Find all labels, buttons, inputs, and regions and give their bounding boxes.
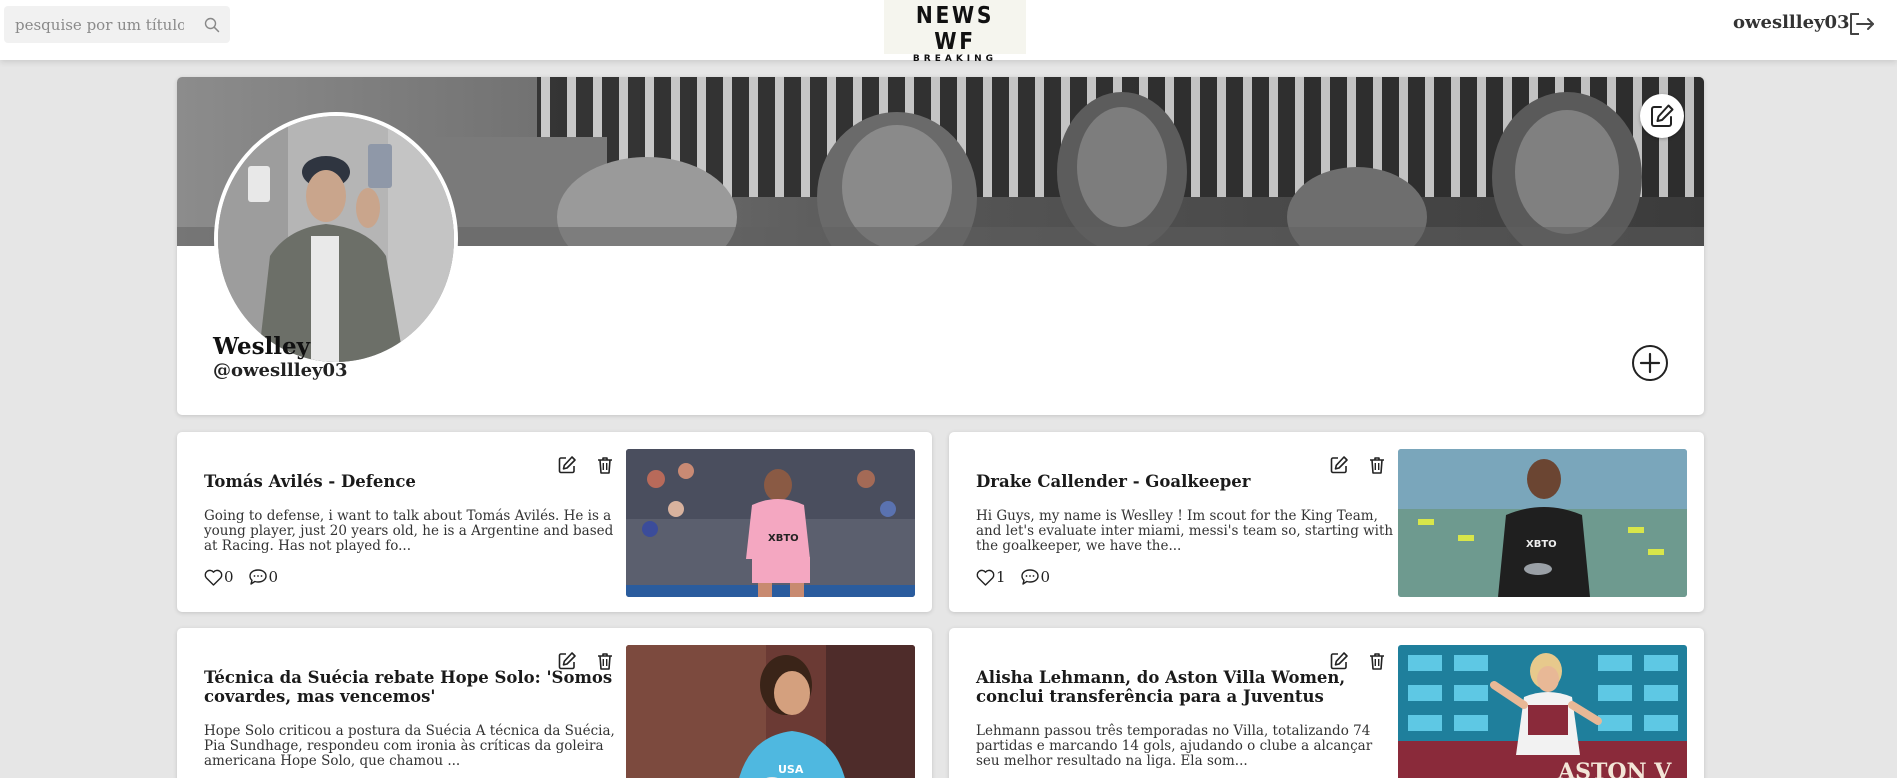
post-excerpt: Hope Solo criticou a postura da Suécia A… — [204, 723, 615, 769]
post-image[interactable]: USA — [626, 645, 915, 778]
search-input[interactable] — [4, 6, 184, 43]
post-image[interactable]: XBTO — [1398, 449, 1687, 597]
post-card[interactable]: Tomás Avilés - Defence Going to defense,… — [177, 432, 932, 612]
post-title[interactable]: Alisha Lehmann, do Aston Villa Women, co… — [976, 668, 1396, 706]
jersey-sponsor: XBTO — [768, 533, 799, 544]
logo-subtitle: BREAKING — [912, 54, 998, 64]
add-post-button[interactable] — [1631, 344, 1669, 382]
post-card[interactable]: Técnica da Suécia rebate Hope Solo: 'Som… — [177, 628, 932, 778]
like-count: 1 — [996, 568, 1006, 586]
navbar: NEWS WF BREAKING owesllley03 — [0, 0, 1897, 64]
edit-icon — [1651, 104, 1674, 127]
comment-count: 0 — [1040, 568, 1051, 586]
search-icon[interactable] — [204, 17, 220, 33]
post-title[interactable]: Drake Callender - Goalkeeper — [976, 472, 1396, 491]
comment-icon — [248, 569, 267, 585]
stadium-board-text: ASTON V — [1557, 759, 1672, 778]
profile-handle: @owesllley03 — [213, 360, 348, 381]
jersey-sponsor: XBTO — [1526, 539, 1557, 550]
post-excerpt: Lehmann passou três temporadas no Villa,… — [976, 723, 1373, 769]
post-card[interactable]: Drake Callender - Goalkeeper Hi Guys, my… — [949, 432, 1704, 612]
profile-card: Weslley @owesllley03 — [177, 77, 1704, 415]
profile-name: Weslley — [213, 333, 311, 360]
like-count: 0 — [224, 568, 234, 586]
logo-title: NEWS WF — [915, 3, 995, 55]
post-title[interactable]: Técnica da Suécia rebate Hope Solo: 'Som… — [204, 668, 624, 706]
comment-button[interactable]: 0 — [248, 568, 279, 586]
search-box — [4, 6, 230, 43]
logo[interactable]: NEWS WF BREAKING — [884, 0, 1026, 64]
post-image[interactable]: ASTON V — [1398, 645, 1687, 778]
post-excerpt: Hi Guys, my name is Weslley ! Im scout f… — [976, 508, 1394, 554]
heart-icon — [204, 569, 223, 586]
nav-username[interactable]: owesllley03 — [1733, 12, 1850, 33]
comment-count: 0 — [268, 568, 279, 586]
post-meta: 0 0 — [204, 568, 292, 586]
avatar[interactable] — [214, 112, 458, 366]
logout-icon[interactable] — [1848, 11, 1876, 37]
comment-icon — [1020, 569, 1039, 585]
post-image[interactable]: XBTO — [626, 449, 915, 597]
post-title[interactable]: Tomás Avilés - Defence — [204, 472, 624, 491]
post-card[interactable]: Alisha Lehmann, do Aston Villa Women, co… — [949, 628, 1704, 778]
post-excerpt: Going to defense, i want to talk about T… — [204, 508, 614, 554]
like-button[interactable]: 0 — [204, 568, 234, 586]
edit-banner-button[interactable] — [1640, 94, 1684, 138]
like-button[interactable]: 1 — [976, 568, 1006, 586]
comment-button[interactable]: 0 — [1020, 568, 1051, 586]
post-meta: 1 0 — [976, 568, 1064, 586]
jersey-text: USA — [778, 763, 804, 776]
heart-icon — [976, 569, 995, 586]
